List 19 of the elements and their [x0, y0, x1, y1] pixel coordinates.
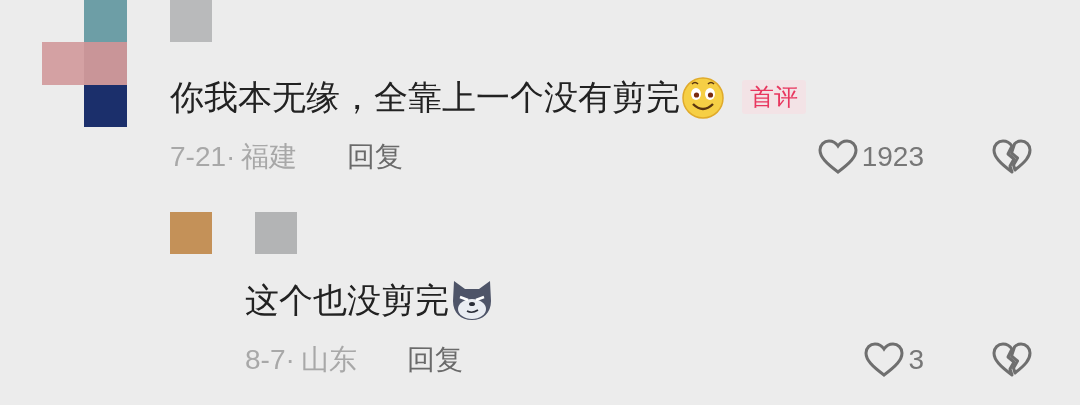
like-count: 3 [908, 343, 924, 377]
broken-heart-icon[interactable] [992, 139, 1032, 175]
first-comment-tag: 首评 [742, 80, 806, 114]
comment-text: 这个也没剪完 [245, 280, 449, 321]
redacted-username [170, 0, 212, 42]
like-count: 1923 [861, 140, 924, 174]
like-heart-icon[interactable] [864, 342, 905, 378]
comment-date: 7-21· [170, 140, 236, 174]
comment-date: 8-7· [245, 343, 295, 377]
like-heart-icon[interactable] [817, 139, 858, 175]
comment-location: 山东 [300, 343, 357, 377]
reply-link[interactable]: 回复 [406, 340, 463, 380]
broken-heart-icon[interactable] [992, 342, 1032, 378]
redacted-username [255, 212, 297, 254]
avatar-mosaic[interactable] [42, 0, 127, 127]
comment-location: 福建 [241, 140, 298, 174]
reply-link[interactable]: 回复 [347, 137, 404, 177]
comment-text: 你我本无缘，全靠上一个没有剪完 [170, 77, 680, 118]
smiley-emoji-icon [680, 74, 726, 120]
